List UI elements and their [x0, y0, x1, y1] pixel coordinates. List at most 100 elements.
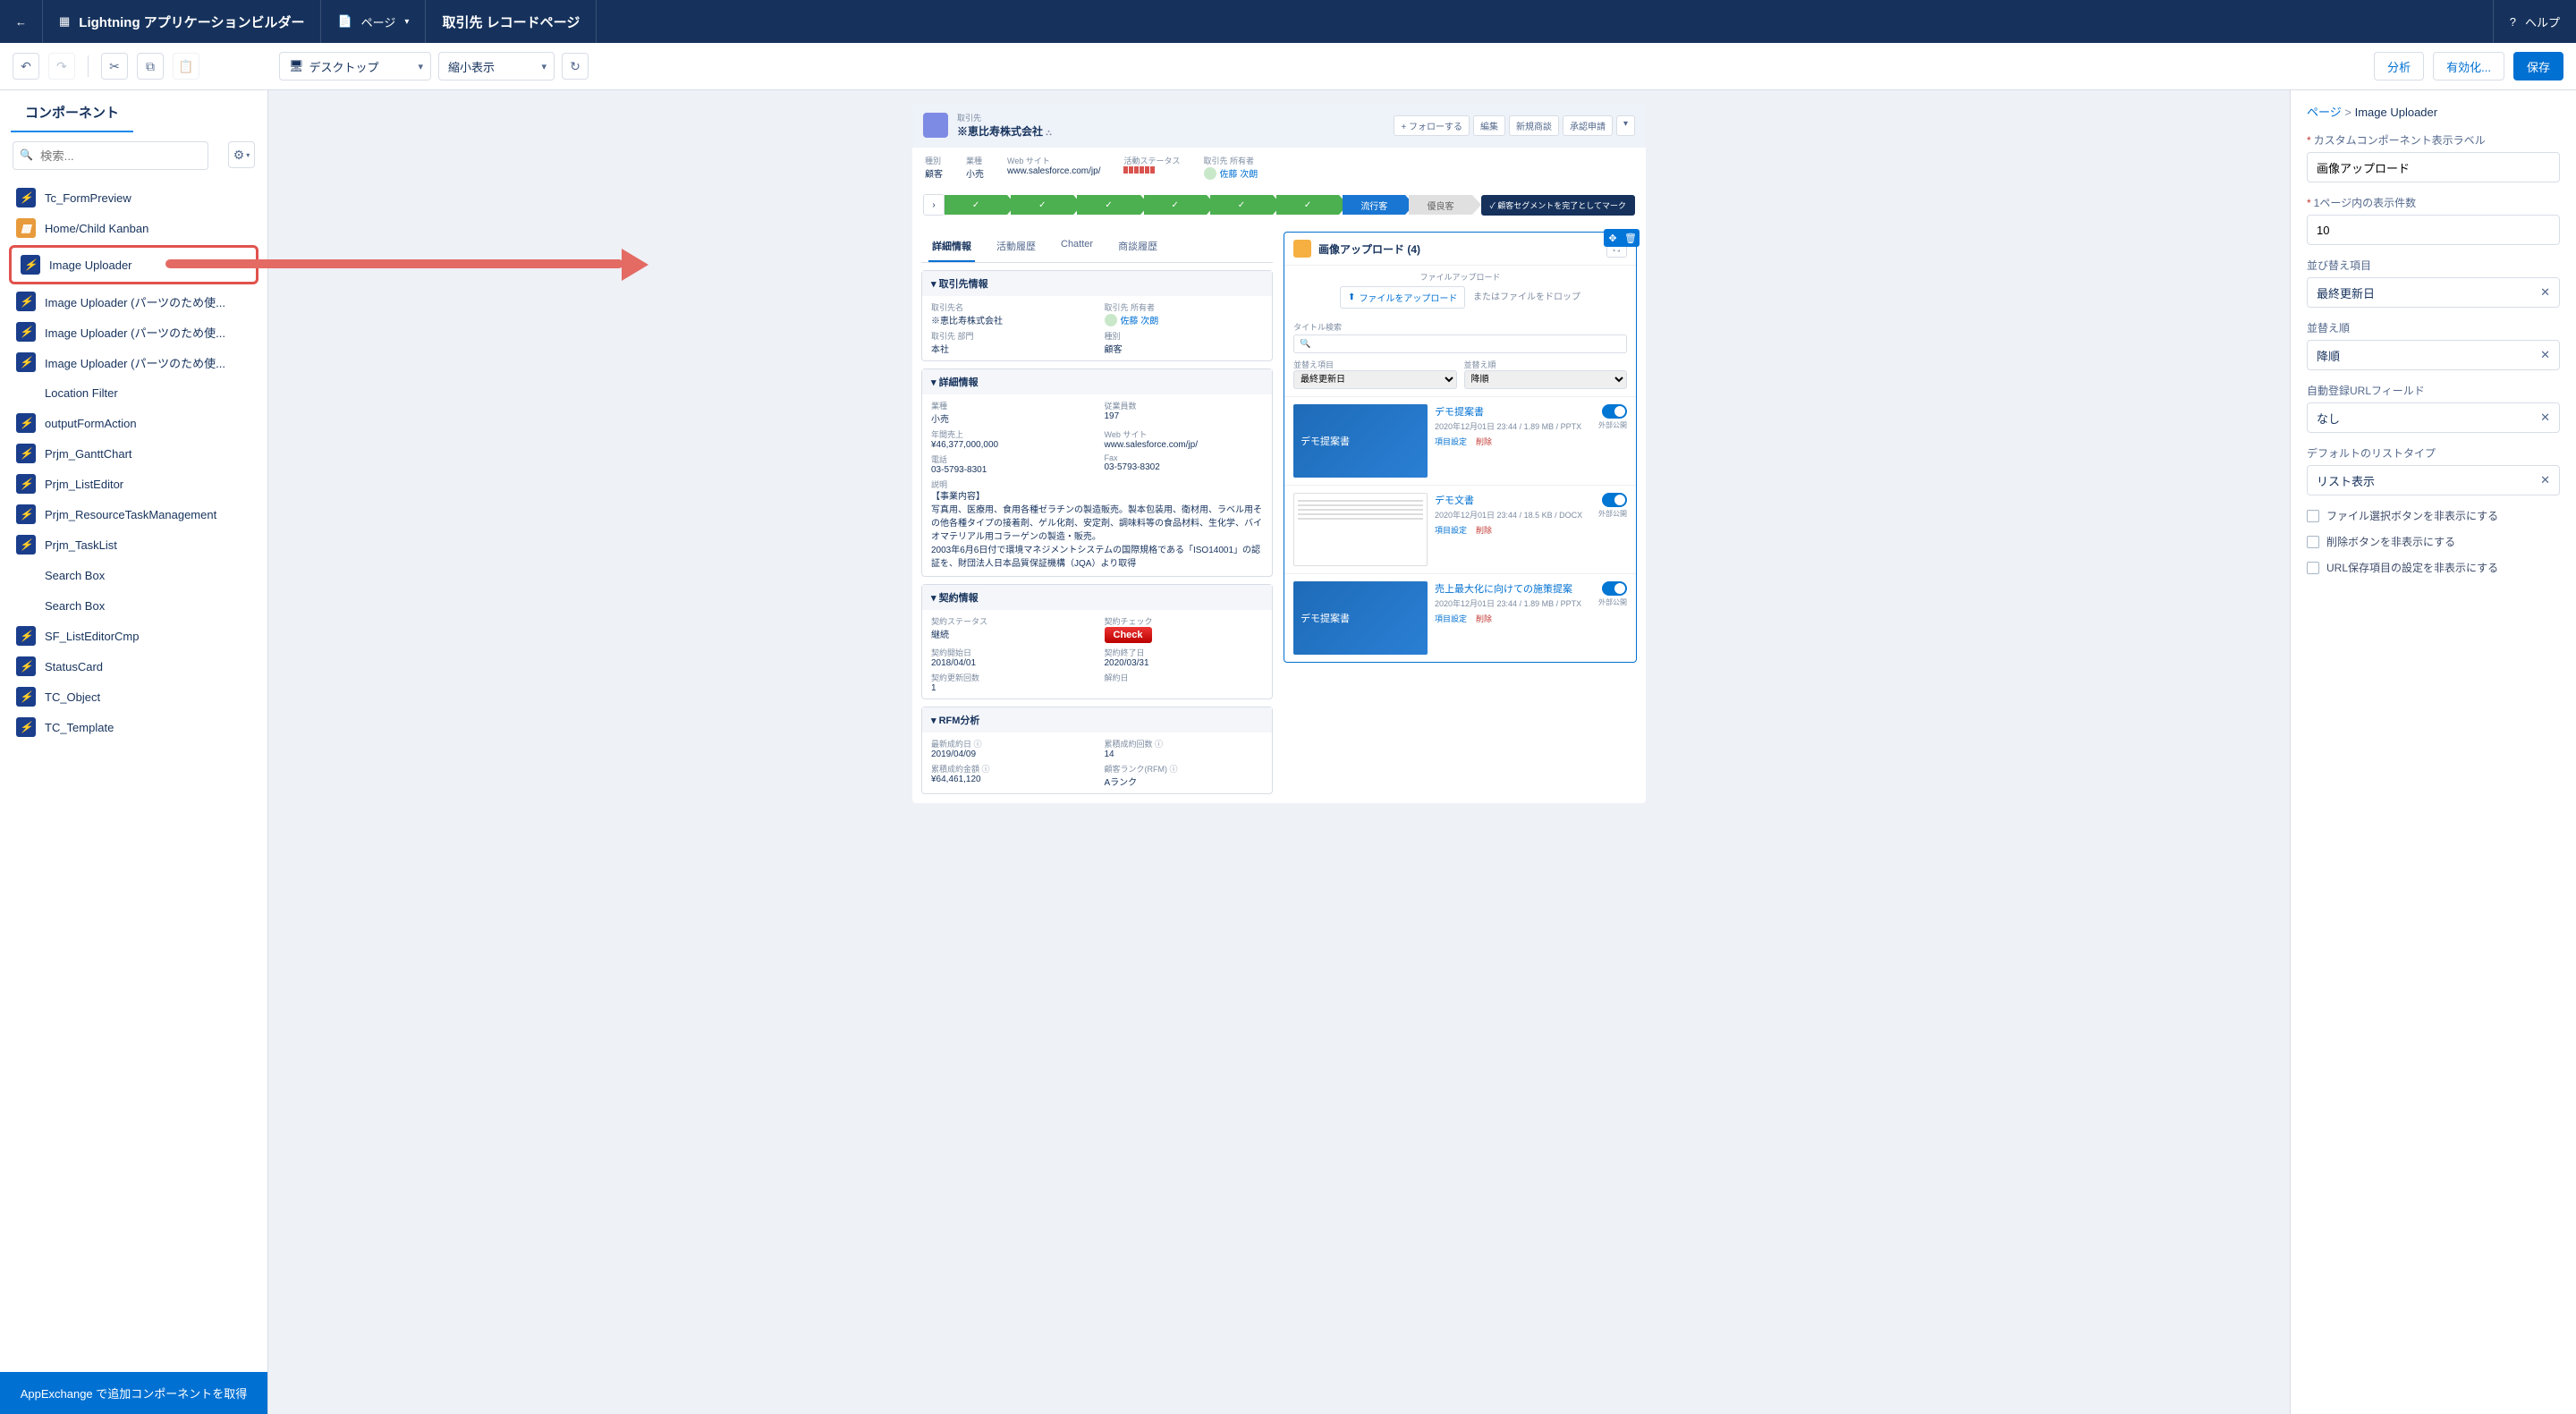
section-header[interactable]: ▾ RFM分析	[922, 707, 1272, 732]
clear-icon[interactable]: ✕	[2540, 348, 2550, 362]
appexchange-button[interactable]: AppExchange で追加コンポーネントを取得	[0, 1372, 267, 1414]
tab-detail[interactable]: 詳細情報	[928, 232, 975, 262]
file-thumbnail[interactable]: デモ提案書	[1293, 404, 1428, 478]
component-item[interactable]: Search Box	[9, 590, 258, 621]
public-toggle[interactable]	[1602, 404, 1627, 419]
title-search-input[interactable]	[1293, 334, 1627, 353]
page-menu[interactable]: 📄 ページ ▾	[321, 0, 426, 43]
copy-button[interactable]: ⧉	[137, 53, 164, 80]
clear-icon[interactable]: ✕	[2540, 411, 2550, 425]
checkbox-hide-delete[interactable]: 削除ボタンを非表示にする	[2307, 534, 2560, 549]
hierarchy-icon: ⛬	[1046, 128, 1051, 137]
highlighted-component: ⚡Image Uploader	[9, 245, 258, 284]
component-item[interactable]: ⚡Prjm_TaskList	[9, 529, 258, 560]
path-step[interactable]: ✓	[1144, 195, 1207, 215]
upload-button[interactable]: ⬆ファイルをアップロード	[1340, 286, 1465, 309]
component-item-image-uploader[interactable]: ⚡Image Uploader	[13, 250, 254, 280]
url-field-select[interactable]: なし✕	[2307, 402, 2560, 433]
tab-activity[interactable]: 活動履歴	[993, 232, 1039, 262]
account-icon	[923, 113, 948, 138]
path-step[interactable]: ✓	[1210, 195, 1273, 215]
paste-button[interactable]: 📋	[173, 53, 199, 80]
display-label-input[interactable]	[2307, 152, 2560, 182]
section-header[interactable]: ▾ 詳細情報	[922, 369, 1272, 394]
undo-button[interactable]: ↶	[13, 53, 39, 80]
public-toggle[interactable]	[1602, 581, 1627, 596]
component-item[interactable]: Location Filter	[9, 377, 258, 408]
settings-button[interactable]: ⚙▾	[228, 141, 255, 168]
file-thumbnail[interactable]	[1293, 493, 1428, 566]
search-input[interactable]	[13, 141, 208, 170]
file-delete-link[interactable]: 削除	[1476, 613, 1492, 624]
save-button[interactable]: 保存	[2513, 52, 2563, 80]
file-delete-link[interactable]: 削除	[1476, 436, 1492, 447]
delete-icon[interactable]: 🗑	[1622, 229, 1640, 247]
component-item[interactable]: ⚡Prjm_GanttChart	[9, 438, 258, 469]
zoom-selector[interactable]: 縮小表示	[438, 52, 555, 80]
file-thumbnail[interactable]: デモ提案書	[1293, 581, 1428, 655]
list-type-select[interactable]: リスト表示✕	[2307, 465, 2560, 495]
sort-field-select[interactable]: 最終更新日✕	[2307, 277, 2560, 308]
more-actions[interactable]: ▾	[1616, 115, 1635, 136]
component-item[interactable]: ⚡Image Uploader (パーツのため使...	[9, 317, 258, 347]
component-item[interactable]: ⚡StatusCard	[9, 651, 258, 682]
file-settings-link[interactable]: 項目設定	[1435, 524, 1467, 536]
sort-field-select[interactable]: 最終更新日	[1293, 370, 1457, 389]
public-toggle[interactable]	[1602, 493, 1627, 507]
path-step[interactable]: ✓	[1276, 195, 1339, 215]
file-title[interactable]: デモ文書	[1435, 493, 1591, 507]
component-item[interactable]: ⚡SF_ListEditorCmp	[9, 621, 258, 651]
path-step[interactable]: ✓	[1077, 195, 1140, 215]
path-step[interactable]: ✓	[945, 195, 1007, 215]
check-button[interactable]: Check	[1105, 627, 1152, 643]
path-toggle[interactable]: ›	[923, 194, 945, 216]
activate-button[interactable]: 有効化...	[2433, 52, 2504, 80]
tab-opps[interactable]: 商談履歴	[1114, 232, 1161, 262]
file-delete-link[interactable]: 削除	[1476, 524, 1492, 536]
perpage-input[interactable]	[2307, 215, 2560, 245]
component-item[interactable]: Search Box	[9, 560, 258, 590]
app-title: Lightning アプリケーションビルダー	[79, 13, 304, 31]
path-step[interactable]: ✓	[1011, 195, 1073, 215]
file-settings-link[interactable]: 項目設定	[1435, 613, 1467, 624]
sort-order-select[interactable]: 降順✕	[2307, 340, 2560, 370]
path-step-current[interactable]: 流行客	[1343, 195, 1405, 215]
move-icon[interactable]: ✥	[1604, 229, 1622, 247]
component-item[interactable]: ⚡Prjm_ListEditor	[9, 469, 258, 499]
device-selector[interactable]: 🖥 デスクトップ	[279, 52, 431, 80]
file-title[interactable]: 売上最大化に向けての施策提案	[1435, 581, 1591, 596]
back-button[interactable]: ←	[0, 0, 43, 43]
file-settings-link[interactable]: 項目設定	[1435, 436, 1467, 447]
component-item[interactable]: ⚡outputFormAction	[9, 408, 258, 438]
component-item[interactable]: ⚡Image Uploader (パーツのため使...	[9, 286, 258, 317]
component-item[interactable]: ⚡TC_Template	[9, 712, 258, 742]
section-header[interactable]: ▾ 契約情報	[922, 585, 1272, 610]
submit-button[interactable]: 承認申請	[1563, 115, 1613, 136]
tab-chatter[interactable]: Chatter	[1057, 232, 1097, 262]
refresh-button[interactable]: ↻	[562, 53, 589, 80]
path-step[interactable]: 優良客	[1409, 195, 1471, 215]
redo-button[interactable]: ↷	[48, 53, 75, 80]
follow-button[interactable]: + フォローする	[1394, 115, 1470, 136]
clear-icon[interactable]: ✕	[2540, 285, 2550, 300]
edit-button[interactable]: 編集	[1473, 115, 1505, 136]
checkbox-hide-file-button[interactable]: ファイル選択ボタンを非表示にする	[2307, 508, 2560, 523]
component-item[interactable]: ▦Home/Child Kanban	[9, 213, 258, 243]
cut-button[interactable]: ✂	[101, 53, 128, 80]
section-header[interactable]: ▾ 取引先情報	[922, 271, 1272, 296]
canvas-panel: 取引先 ※恵比寿株式会社 ⛬ + フォローする 編集 新規商談 承認申請 ▾ 種…	[268, 90, 2290, 1414]
component-item[interactable]: ⚡Image Uploader (パーツのため使...	[9, 347, 258, 377]
analyze-button[interactable]: 分析	[2374, 52, 2424, 80]
breadcrumb-page[interactable]: ページ	[2307, 106, 2342, 119]
component-item[interactable]: ⚡Tc_FormPreview	[9, 182, 258, 213]
path-complete-button[interactable]: ✓ 顧客セグメントを完了としてマーク	[1481, 195, 1635, 216]
file-title[interactable]: デモ提案書	[1435, 404, 1591, 419]
checkbox-hide-url-setting[interactable]: URL保存項目の設定を非表示にする	[2307, 560, 2560, 575]
component-item[interactable]: ⚡Prjm_ResourceTaskManagement	[9, 499, 258, 529]
sort-order-select[interactable]: 降順	[1464, 370, 1628, 389]
clear-icon[interactable]: ✕	[2540, 473, 2550, 487]
new-opp-button[interactable]: 新規商談	[1509, 115, 1559, 136]
image-uploader-component[interactable]: ✥ 🗑 画像アップロード (4) ⛶ ファイルアップロード ⬆ファイルをアップロ…	[1284, 232, 1637, 663]
help-button[interactable]: ? ヘルプ	[2493, 0, 2576, 43]
component-item[interactable]: ⚡TC_Object	[9, 682, 258, 712]
